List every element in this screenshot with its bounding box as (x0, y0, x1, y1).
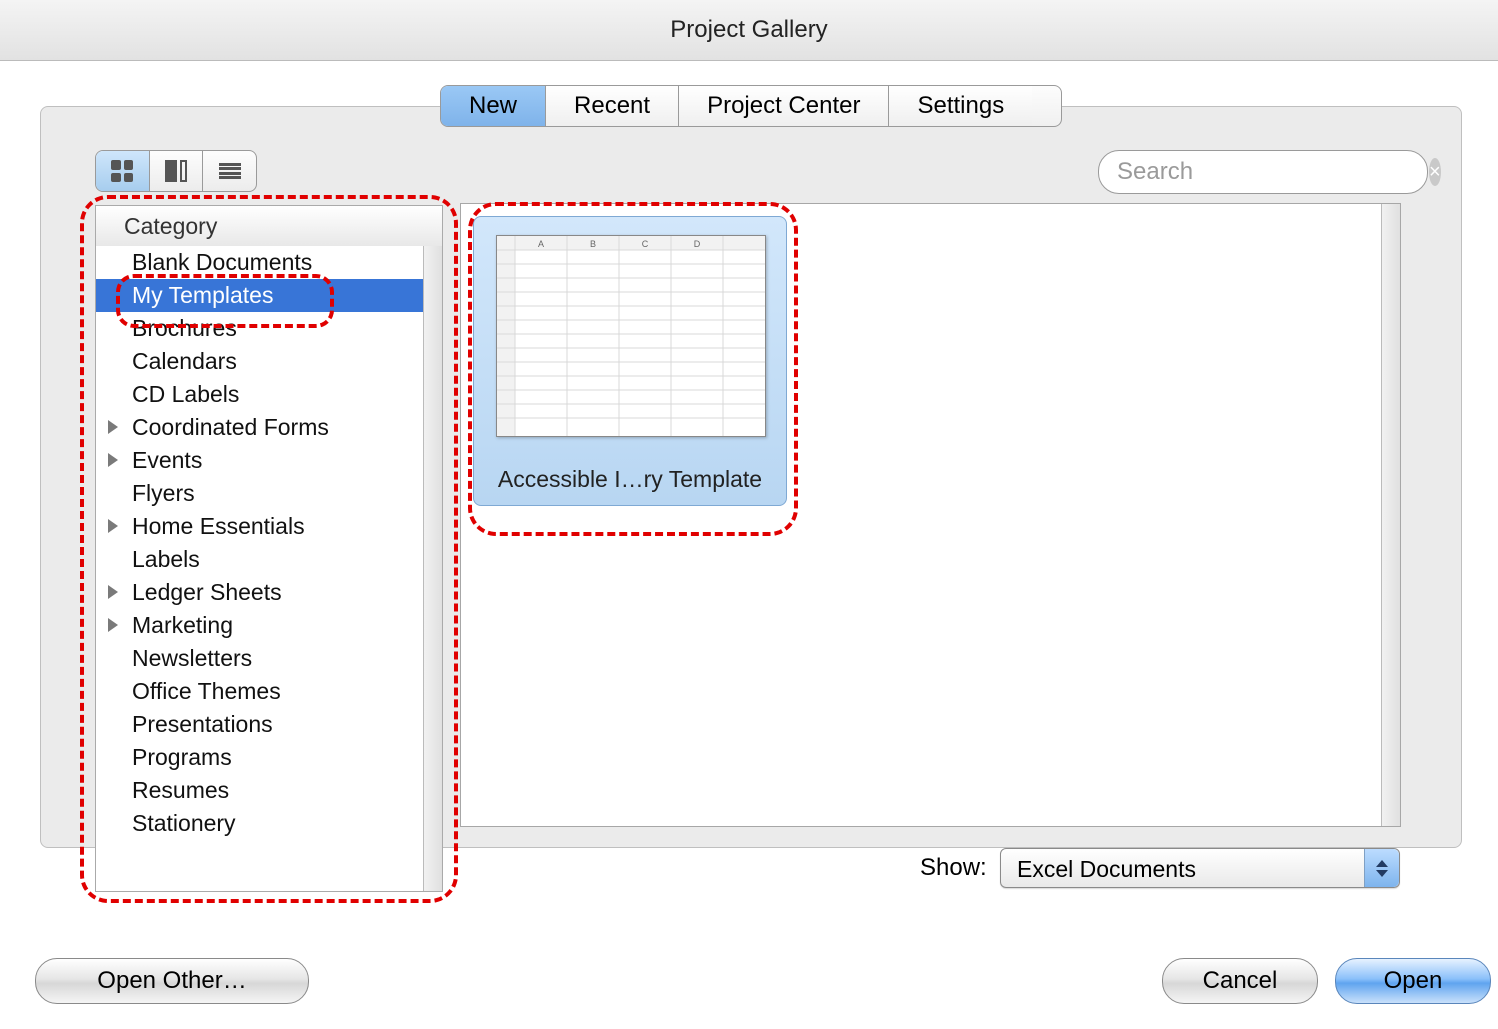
list-icon (219, 163, 241, 179)
category-scrollbar[interactable] (423, 246, 442, 891)
category-label: Home Essentials (132, 513, 305, 539)
search-input[interactable] (1115, 157, 1429, 187)
svg-text:C: C (642, 239, 649, 249)
spreadsheet-thumb-icon: A B C D (496, 235, 766, 437)
category-item[interactable]: Events (96, 444, 424, 477)
category-label: Programs (132, 744, 232, 770)
disclosure-triangle-icon (108, 618, 118, 632)
category-label: Calendars (132, 348, 237, 374)
category-label: Blank Documents (132, 249, 312, 275)
category-item[interactable]: Programs (96, 741, 424, 774)
open-other-button[interactable]: Open Other… (35, 958, 309, 1004)
category-item[interactable]: Office Themes (96, 675, 424, 708)
category-label: Resumes (132, 777, 229, 803)
category-label: Ledger Sheets (132, 579, 282, 605)
show-value: Excel Documents (1017, 856, 1196, 882)
category-item[interactable]: Labels (96, 543, 424, 576)
search-field-wrap: × (1098, 150, 1428, 194)
disclosure-triangle-icon (108, 585, 118, 599)
template-label: Accessible I…ry Template (474, 466, 786, 493)
clear-search-icon[interactable]: × (1429, 158, 1441, 186)
category-label: CD Labels (132, 381, 239, 407)
category-label: Presentations (132, 711, 273, 737)
category-label: Brochures (132, 315, 237, 341)
view-thumbnails[interactable] (96, 151, 150, 191)
category-list: Blank Documents My Templates Brochures Cale… (96, 246, 424, 891)
category-item[interactable]: Newsletters (96, 642, 424, 675)
category-label: Newsletters (132, 645, 252, 671)
tab-bar: New Recent Project Center Settings (440, 85, 1062, 127)
disclosure-triangle-icon (108, 453, 118, 467)
svg-text:D: D (694, 239, 701, 249)
category-label: Flyers (132, 480, 195, 506)
category-item[interactable]: Resumes (96, 774, 424, 807)
disclosure-triangle-icon (108, 420, 118, 434)
category-item[interactable]: Stationery (96, 807, 424, 840)
category-label: Coordinated Forms (132, 414, 329, 440)
category-item[interactable]: Home Essentials (96, 510, 424, 543)
window-titlebar: Project Gallery (0, 0, 1498, 61)
category-item[interactable]: My Templates (96, 279, 424, 312)
open-button[interactable]: Open (1335, 958, 1491, 1004)
category-label: Events (132, 447, 202, 473)
show-label: Show: (920, 854, 987, 882)
category-item[interactable]: Marketing (96, 609, 424, 642)
cancel-button[interactable]: Cancel (1162, 958, 1318, 1004)
category-label: My Templates (132, 282, 273, 308)
svg-text:B: B (590, 239, 596, 249)
dropdown-stepper-icon (1364, 849, 1399, 887)
view-list[interactable] (203, 151, 256, 191)
window-title: Project Gallery (670, 16, 827, 43)
tab-project-center[interactable]: Project Center (679, 86, 889, 126)
gallery-scrollbar[interactable] (1381, 204, 1400, 826)
grid-icon (111, 160, 133, 182)
category-label: Office Themes (132, 678, 281, 704)
disclosure-triangle-icon (108, 519, 118, 533)
category-item[interactable]: Coordinated Forms (96, 411, 424, 444)
category-item[interactable]: Flyers (96, 477, 424, 510)
category-item[interactable]: Blank Documents (96, 246, 424, 279)
category-header: Category (96, 206, 442, 247)
category-item[interactable]: Calendars (96, 345, 424, 378)
category-label: Marketing (132, 612, 233, 638)
category-item[interactable]: Ledger Sheets (96, 576, 424, 609)
category-label: Stationery (132, 810, 236, 836)
tab-new[interactable]: New (441, 86, 546, 126)
template-gallery: A B C D Accessible I…ry Template (460, 203, 1401, 827)
svg-text:A: A (538, 239, 544, 249)
category-sidebar: Category Blank Documents My Templates Broc… (95, 205, 443, 892)
columns-icon (165, 160, 187, 182)
tab-recent[interactable]: Recent (546, 86, 679, 126)
category-item[interactable]: Brochures (96, 312, 424, 345)
view-mode-segmented (95, 150, 257, 192)
template-tile[interactable]: A B C D Accessible I…ry Template (473, 216, 787, 506)
view-columns[interactable] (150, 151, 204, 191)
show-dropdown[interactable]: Excel Documents (1000, 848, 1400, 888)
tab-settings[interactable]: Settings (889, 86, 1032, 126)
category-item[interactable]: CD Labels (96, 378, 424, 411)
category-item[interactable]: Presentations (96, 708, 424, 741)
category-label: Labels (132, 546, 200, 572)
